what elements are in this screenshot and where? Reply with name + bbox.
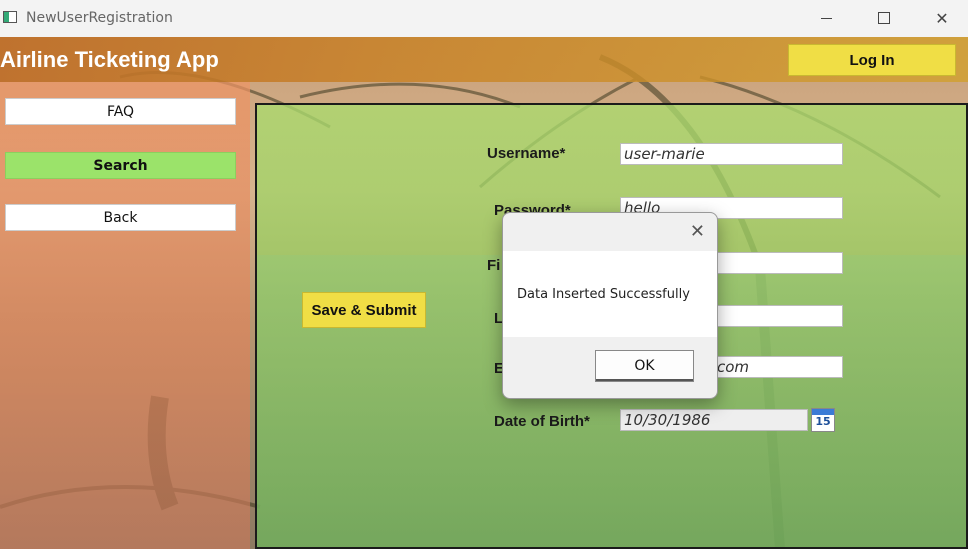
close-icon: ✕ <box>935 8 949 28</box>
app-header: Airline Ticketing App Log In <box>0 37 968 82</box>
ok-button[interactable]: OK <box>595 350 694 382</box>
dialog-body: Data Inserted Successfully <box>503 251 717 337</box>
calendar-icon[interactable]: 15 <box>811 408 835 432</box>
app-title: Airline Ticketing App <box>0 47 219 72</box>
dob-label: Date of Birth* <box>494 413 590 430</box>
window-title: NewUserRegistration <box>26 10 173 26</box>
maximize-button[interactable] <box>855 0 913 36</box>
dialog-close-icon[interactable]: ✕ <box>690 221 705 242</box>
minimize-icon <box>820 17 832 19</box>
first-name-label: Fi <box>487 257 501 274</box>
username-field[interactable]: user-marie <box>620 143 843 165</box>
message-dialog: ✕ Data Inserted Successfully OK <box>502 212 718 399</box>
login-button[interactable]: Log In <box>788 44 956 76</box>
username-label: Username* <box>487 145 566 162</box>
back-button[interactable]: Back <box>5 204 236 231</box>
search-button[interactable]: Search <box>5 152 236 179</box>
dialog-message: Data Inserted Successfully <box>517 287 690 302</box>
window-titlebar: NewUserRegistration ✕ <box>0 0 968 38</box>
app-icon <box>3 11 17 23</box>
maximize-icon <box>878 12 890 24</box>
faq-button[interactable]: FAQ <box>5 98 236 125</box>
dob-field[interactable]: 10/30/1986 <box>620 409 808 431</box>
minimize-button[interactable] <box>797 0 855 36</box>
close-window-button[interactable]: ✕ <box>913 0 968 36</box>
save-submit-button[interactable]: Save & Submit <box>302 292 426 328</box>
